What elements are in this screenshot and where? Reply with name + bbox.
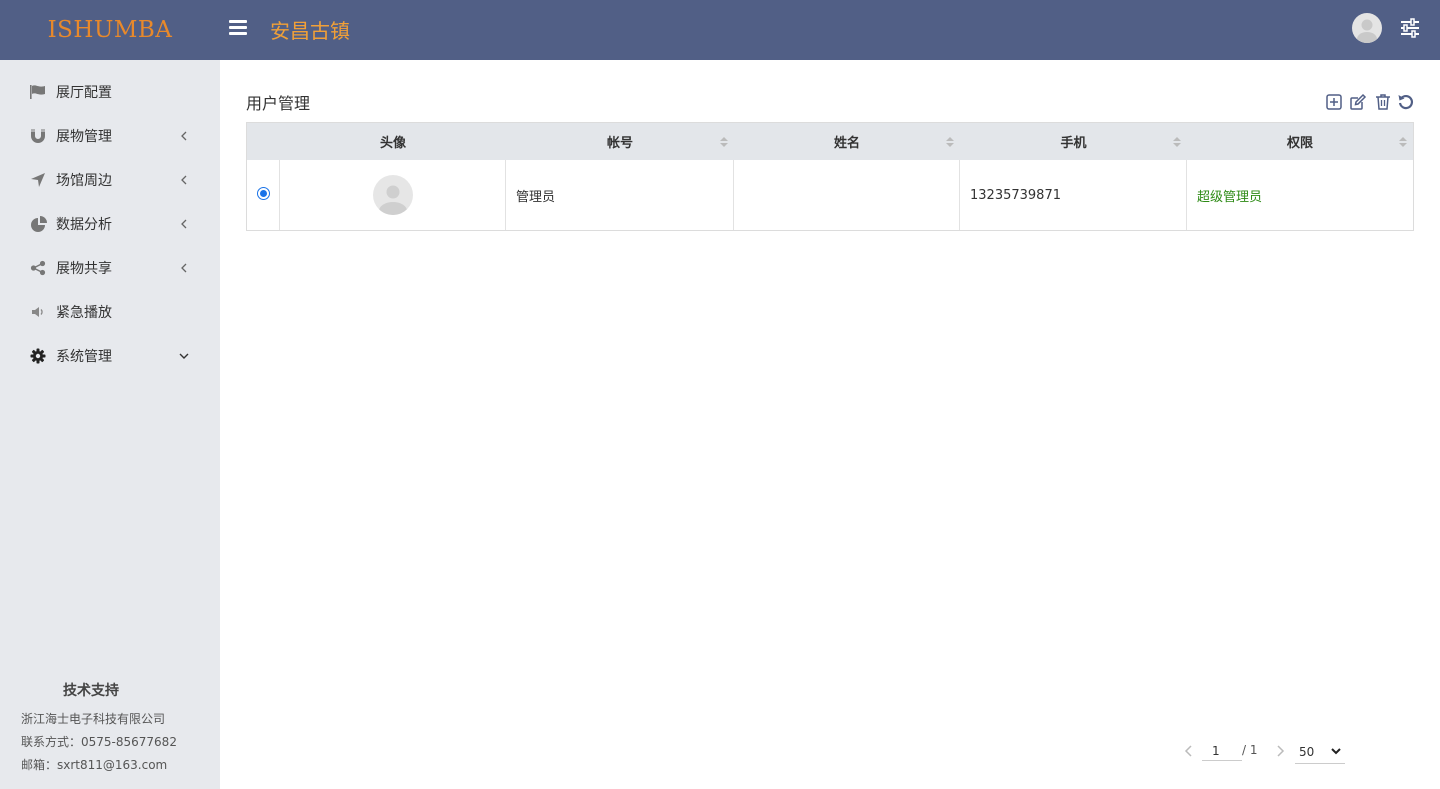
avatar-cell (280, 160, 506, 230)
header-select (247, 123, 280, 160)
sort-icon[interactable] (946, 137, 954, 147)
share-icon (29, 259, 47, 277)
header-name[interactable]: 姓名 (734, 123, 960, 160)
sliders-icon[interactable] (1399, 17, 1421, 39)
sort-icon[interactable] (720, 137, 728, 147)
volume-icon (29, 303, 47, 321)
sidebar: 展厅配置 展物管理 场馆周边 数据分析 展物共享 紧急播放 系统管理 技术支持 … (0, 60, 220, 789)
support-email: 邮箱：sxrt811@163.com (21, 758, 168, 772)
prev-page-icon[interactable] (1183, 744, 1195, 758)
sidebar-item-system-management[interactable]: 系统管理 (0, 334, 220, 378)
table-header: 头像 帐号 姓名 手机 权限 (247, 123, 1413, 160)
site-title: 安昌古镇 (270, 19, 350, 43)
header-phone[interactable]: 手机 (960, 123, 1187, 160)
support-title: 技术支持 (63, 683, 119, 699)
header-role[interactable]: 权限 (1187, 123, 1413, 160)
magnet-icon (29, 127, 47, 145)
header-account[interactable]: 帐号 (506, 123, 734, 160)
sidebar-item-label: 紧急播放 (56, 305, 112, 321)
pie-chart-icon (29, 215, 47, 233)
logo[interactable]: ISHUMBA (0, 0, 220, 60)
chevron-left-icon (181, 219, 187, 229)
sidebar-item-venue-surroundings[interactable]: 场馆周边 (0, 158, 220, 202)
phone-cell: 13235739871 (960, 160, 1187, 230)
chevron-left-icon (181, 175, 187, 185)
sort-icon[interactable] (1173, 137, 1181, 147)
avatar (372, 175, 413, 215)
chevron-down-icon (179, 353, 189, 359)
sidebar-item-exhibit-sharing[interactable]: 展物共享 (0, 246, 220, 290)
support-company: 浙江海士电子科技有限公司 (21, 712, 166, 726)
logo-text: ISHUMBA (47, 17, 173, 43)
sidebar-item-emergency-broadcast[interactable]: 紧急播放 (0, 290, 220, 334)
page-size-value: 50 (1299, 744, 1315, 759)
sidebar-item-label: 展物管理 (56, 129, 112, 145)
user-table: 头像 帐号 姓名 手机 权限 管理员 13235739871 超级管理员 (246, 122, 1414, 231)
user-avatar[interactable] (1352, 13, 1382, 43)
gear-icon (29, 347, 47, 365)
support-contact: 联系方式：0575-85677682 (21, 735, 177, 749)
sidebar-item-label: 系统管理 (56, 349, 112, 365)
page-size-select[interactable]: 50 (1295, 740, 1345, 764)
account-cell: 管理员 (506, 160, 734, 230)
next-page-icon[interactable] (1274, 744, 1286, 758)
sidebar-item-label: 展厅配置 (56, 85, 112, 101)
sidebar-item-label: 展物共享 (56, 261, 112, 277)
sidebar-item-data-analysis[interactable]: 数据分析 (0, 202, 220, 246)
page-number-input[interactable] (1202, 741, 1242, 761)
chevron-left-icon (181, 131, 187, 141)
flag-icon (29, 83, 47, 101)
add-icon[interactable] (1325, 93, 1343, 111)
sort-icon[interactable] (1399, 137, 1407, 147)
chevron-down-icon (1331, 748, 1341, 755)
sidebar-item-hall-config[interactable]: 展厅配置 (0, 70, 220, 114)
row-radio[interactable] (256, 186, 270, 200)
sidebar-item-label: 场馆周边 (56, 173, 112, 189)
chevron-left-icon (181, 263, 187, 273)
refresh-icon[interactable] (1397, 93, 1415, 111)
edit-icon[interactable] (1349, 93, 1367, 111)
name-cell (734, 160, 960, 230)
page-title: 用户管理 (246, 94, 311, 113)
page-total: / 1 (1242, 743, 1258, 757)
sidebar-item-exhibit-management[interactable]: 展物管理 (0, 114, 220, 158)
location-arrow-icon (29, 171, 47, 189)
row-select-cell (247, 160, 280, 230)
table-row[interactable]: 管理员 13235739871 超级管理员 (247, 160, 1413, 230)
menu-toggle-icon[interactable] (229, 16, 251, 38)
header-avatar: 头像 (379, 136, 406, 151)
role-cell: 超级管理员 (1197, 189, 1263, 205)
top-header: ISHUMBA 安昌古镇 (0, 0, 1440, 60)
sidebar-item-label: 数据分析 (56, 217, 112, 233)
delete-icon[interactable] (1374, 93, 1392, 111)
